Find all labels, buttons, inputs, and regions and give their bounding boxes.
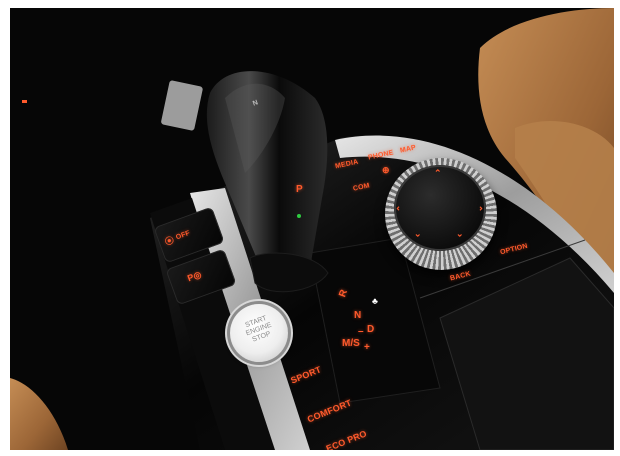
gear-plus-indicator: + bbox=[364, 342, 370, 353]
idrive-controller-knob[interactable]: ⌃ ⌃ ⌃ ⌃ ⌃ bbox=[385, 158, 497, 270]
start-engine-stop-button[interactable]: START ENGINE STOP bbox=[230, 304, 288, 362]
eco-leaf-icon: ♣ bbox=[372, 296, 379, 306]
chevron-left-icon: ⌃ bbox=[395, 204, 406, 213]
nav-button[interactable]: ⊕ bbox=[382, 165, 390, 176]
chevron-down-right-icon: ⌃ bbox=[456, 228, 464, 238]
gear-d-indicator: D bbox=[367, 324, 375, 335]
dsc-off-label: OFF bbox=[175, 229, 192, 242]
chevron-right-icon: ⌃ bbox=[473, 204, 484, 213]
gear-ms-indicator: M/S bbox=[342, 338, 360, 349]
center-console-photo: MEDIA PHONE MAP COM ⊕ ⌃ ⌃ ⌃ ⌃ ⌃ BACK OPT… bbox=[10, 8, 614, 450]
ambient-light bbox=[22, 100, 27, 103]
gear-n-indicator: N bbox=[354, 310, 362, 321]
chevron-down-left-icon: ⌃ bbox=[414, 228, 422, 238]
dsc-icon: ⦿ bbox=[163, 234, 176, 248]
console-scene bbox=[10, 8, 614, 450]
gear-minus-indicator: – bbox=[358, 326, 364, 337]
chevron-up-icon: ⌃ bbox=[434, 168, 442, 178]
parking-assist-icon: P◎ bbox=[186, 269, 203, 284]
start-engine-stop-label: START ENGINE STOP bbox=[244, 314, 273, 344]
shifter-green-led bbox=[297, 214, 301, 218]
shifter-p-indicator: P bbox=[296, 184, 303, 195]
controller-touchpad[interactable]: ⌃ ⌃ ⌃ ⌃ ⌃ bbox=[394, 165, 486, 251]
